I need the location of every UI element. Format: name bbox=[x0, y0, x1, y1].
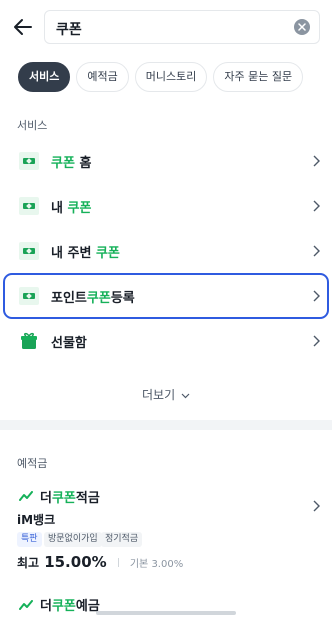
chip-services[interactable]: 서비스 bbox=[18, 62, 71, 92]
more-label: 더보기 bbox=[142, 388, 176, 402]
trend-up-icon bbox=[19, 491, 33, 501]
back-arrow-icon[interactable] bbox=[10, 14, 36, 40]
service-item-coupon-home[interactable]: 쿠폰 홈 bbox=[0, 141, 332, 181]
chevron-right-icon bbox=[313, 200, 320, 212]
chevron-right-icon bbox=[313, 290, 320, 302]
clear-search-icon[interactable] bbox=[294, 19, 310, 35]
chip-faq[interactable]: 자주 묻는 질문 bbox=[213, 62, 304, 92]
search-input[interactable]: 쿠폰 bbox=[44, 10, 320, 44]
section-divider bbox=[0, 420, 332, 430]
rate-prefix: 최고 bbox=[17, 556, 40, 570]
chevron-down-icon bbox=[181, 393, 190, 398]
bank-name: iM뱅크 bbox=[17, 513, 56, 527]
service-item-label: 선물함 bbox=[51, 336, 87, 351]
gift-icon bbox=[21, 332, 37, 349]
service-item-label: 내 주변 쿠폰 bbox=[51, 246, 120, 261]
more-button[interactable]: 더보기 bbox=[0, 386, 332, 403]
search-value: 쿠폰 bbox=[56, 22, 82, 38]
ticket-icon bbox=[19, 287, 39, 305]
ticket-icon bbox=[19, 197, 39, 215]
product-title: 더쿠폰예금 bbox=[40, 599, 100, 614]
chevron-right-icon bbox=[313, 500, 320, 512]
badge-regular-savings: 정기적금 bbox=[101, 532, 143, 547]
base-rate: 기본 3.00% bbox=[129, 559, 184, 570]
filter-chips: 서비스 예적금 머니스토리 자주 묻는 질문 bbox=[18, 62, 304, 92]
home-indicator bbox=[96, 611, 236, 615]
service-item-my-coupon[interactable]: 내 쿠폰 bbox=[0, 186, 332, 226]
rate-line: 최고 15.00% 기본 3.00% bbox=[17, 552, 183, 571]
service-item-gift-box[interactable]: 선물함 bbox=[0, 321, 332, 361]
section-label-savings: 예적금 bbox=[17, 457, 48, 470]
badge-no-visit: 방문없이가입 bbox=[44, 532, 102, 547]
section-label-services: 서비스 bbox=[17, 119, 48, 132]
chip-savings[interactable]: 예적금 bbox=[76, 62, 129, 92]
top-bar: 쿠폰 bbox=[0, 0, 332, 56]
product-title: 더쿠폰적금 bbox=[40, 491, 100, 506]
rate-value: 15.00% bbox=[44, 553, 107, 571]
chevron-right-icon bbox=[313, 245, 320, 257]
service-item-label: 내 쿠폰 bbox=[51, 201, 92, 216]
badge-special: 특판 bbox=[17, 532, 42, 547]
service-item-label: 포인트쿠폰등록 bbox=[51, 291, 135, 306]
trend-up-icon bbox=[19, 600, 33, 610]
chevron-right-icon bbox=[313, 155, 320, 167]
ticket-icon bbox=[19, 242, 39, 260]
chip-money-story[interactable]: 머니스토리 bbox=[134, 62, 208, 92]
rate-separator bbox=[117, 558, 119, 567]
chevron-right-icon bbox=[313, 335, 320, 347]
service-item-nearby-coupon[interactable]: 내 주변 쿠폰 bbox=[0, 231, 332, 271]
service-item-point-coupon-register[interactable]: 포인트쿠폰등록 bbox=[0, 276, 332, 316]
service-item-label: 쿠폰 홈 bbox=[51, 156, 92, 171]
ticket-icon bbox=[19, 152, 39, 170]
